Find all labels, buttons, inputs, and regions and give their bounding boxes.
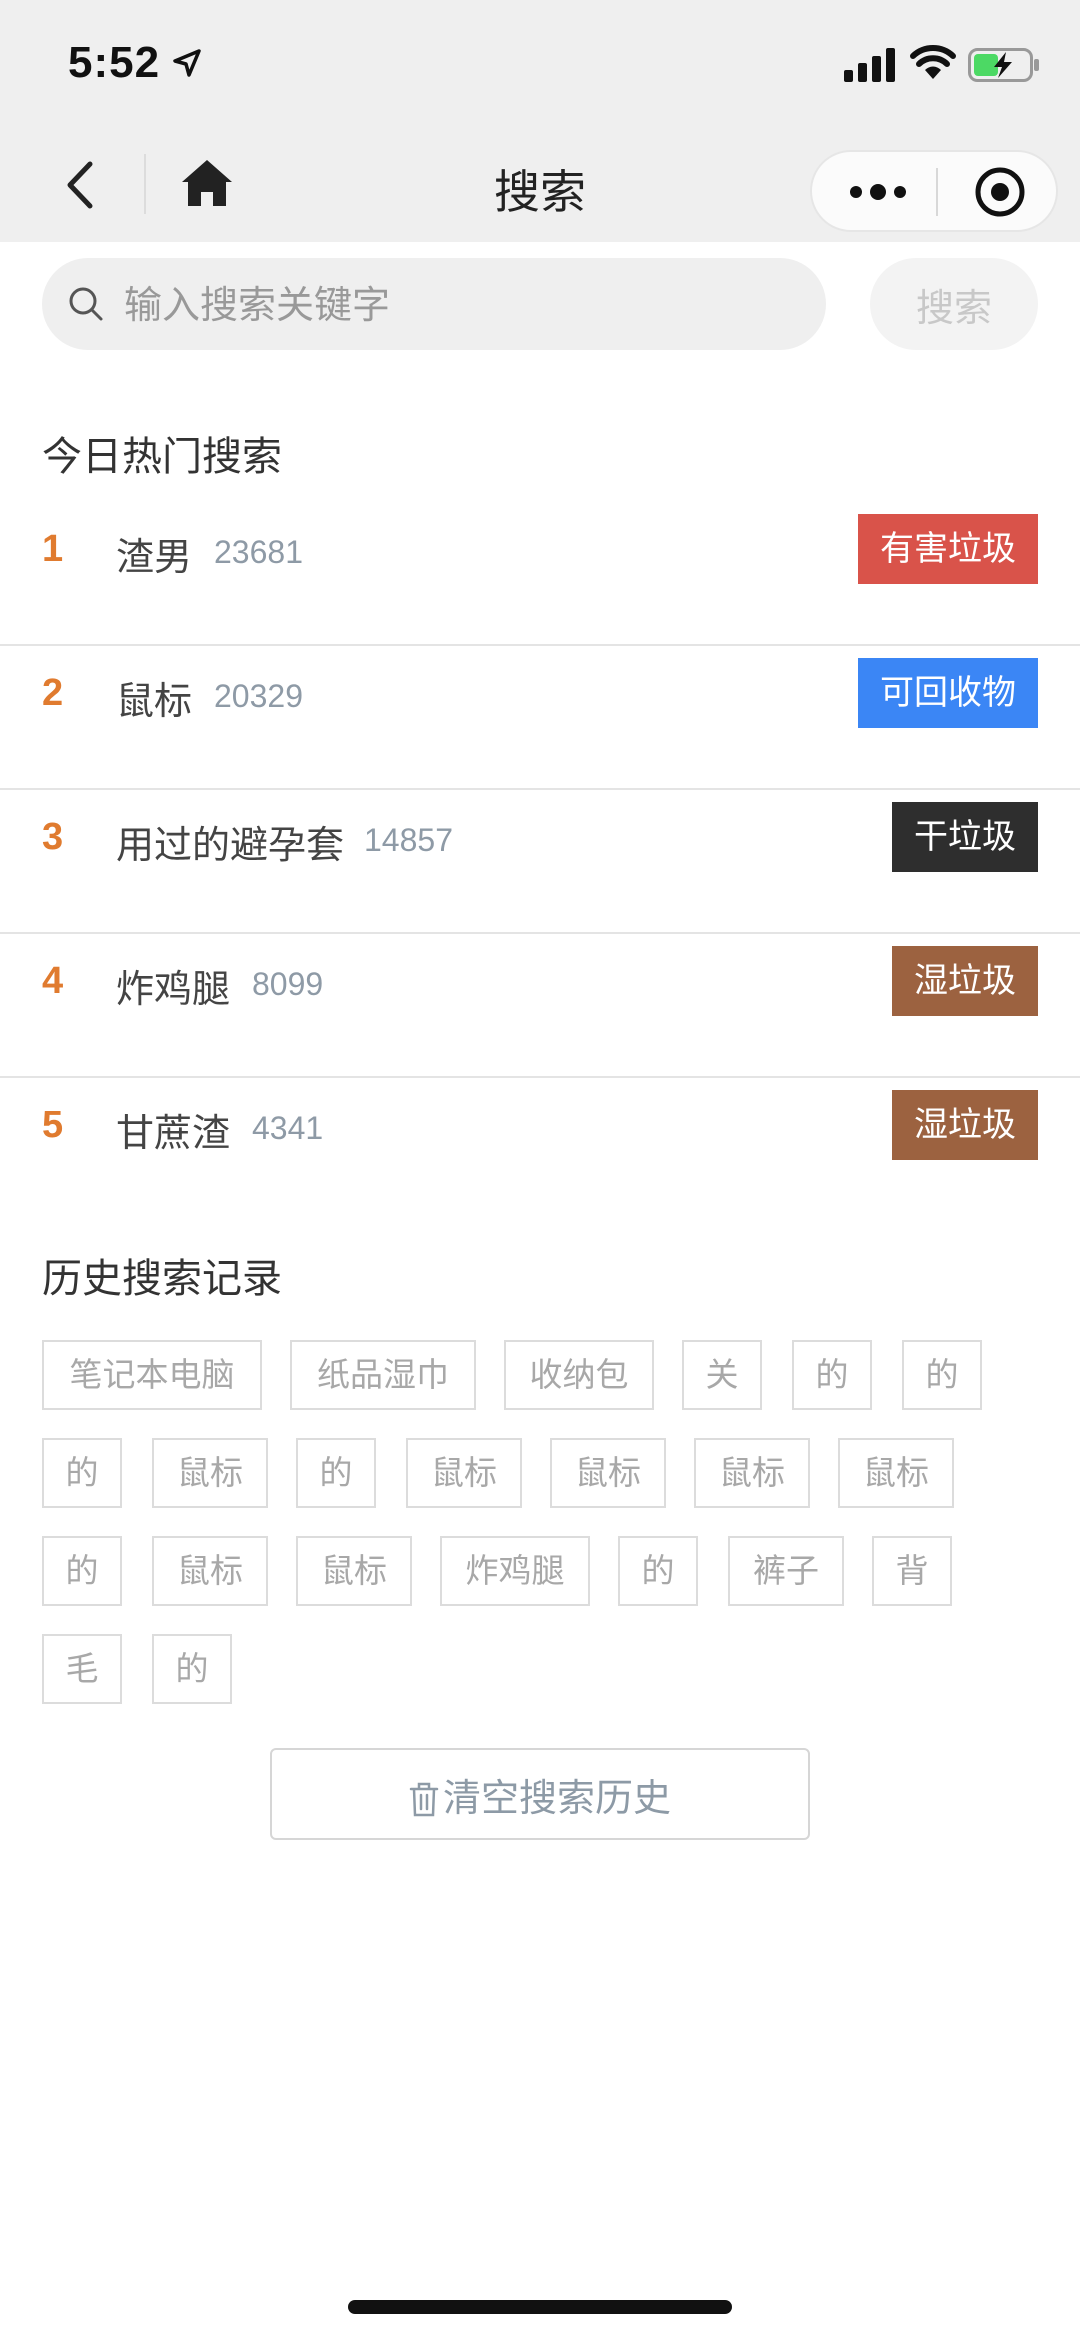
history-tag[interactable]: 鼠标 [550,1438,666,1508]
mini-program-capsule [810,150,1058,232]
history-tag[interactable]: 鼠标 [296,1536,412,1606]
search-button[interactable]: 搜索 [870,258,1038,350]
history-tag[interactable]: 的 [618,1536,698,1606]
history-tag[interactable]: 鼠标 [694,1438,810,1508]
history-tag[interactable]: 笔记本电脑 [42,1340,262,1410]
search-box [42,258,826,352]
signal-icon [844,48,895,82]
category-tag: 湿垃圾 [892,1090,1038,1160]
history-tag[interactable]: 鼠标 [152,1438,268,1508]
history-tag[interactable]: 关 [682,1340,762,1410]
hot-rank: 5 [42,1104,64,1146]
status-time: 5:52 [68,38,161,87]
search-icon [69,287,103,321]
wifi-icon [910,45,956,79]
hot-search-title: 今日热门搜索 [42,434,282,480]
history-title: 历史搜索记录 [42,1256,282,1302]
history-tag[interactable]: 炸鸡腿 [440,1536,590,1606]
hot-item-name: 炸鸡腿 [116,967,231,1011]
hot-item-name: 甘蔗渣 [116,1111,231,1155]
history-tag[interactable]: 的 [792,1340,872,1410]
category-tag: 有害垃圾 [858,514,1038,584]
history-tag[interactable]: 的 [152,1634,232,1704]
more-dots-icon[interactable] [848,176,908,208]
home-indicator [348,2300,732,2314]
hot-search-row[interactable]: 5 甘蔗渣 4341 湿垃圾 [0,1078,1080,1222]
history-tag[interactable]: 的 [42,1536,122,1606]
hot-item-count: 23681 [214,534,303,570]
hot-rank: 4 [42,960,64,1002]
search-input[interactable] [122,258,806,352]
hot-item-name: 渣男 [116,535,193,579]
hot-search-row[interactable]: 2 鼠标 20329 可回收物 [0,646,1080,790]
history-tag[interactable]: 毛 [42,1634,122,1704]
hot-rank: 2 [42,672,64,714]
hot-item-count: 4341 [252,1110,324,1146]
history-tag[interactable]: 鼠标 [406,1438,522,1508]
clear-history-label: 清空搜索历史 [442,1775,671,1820]
hot-item-count: 8099 [252,966,324,1002]
history-tag[interactable]: 鼠标 [838,1438,954,1508]
battery-charging-icon [968,48,1039,82]
hot-search-list: 1 渣男 23681 有害垃圾 2 鼠标 20329 可回收物 3 用过的避孕套… [0,502,1080,1222]
history-tag[interactable]: 纸品湿巾 [290,1340,476,1410]
history-tag[interactable]: 鼠标 [152,1536,268,1606]
hot-rank: 1 [42,528,64,570]
hot-item-count: 14857 [364,822,453,858]
hot-search-row[interactable]: 1 渣男 23681 有害垃圾 [0,502,1080,646]
location-arrow-icon [173,49,201,77]
close-target-icon[interactable] [972,164,1028,220]
category-tag: 干垃圾 [892,802,1038,872]
category-tag: 可回收物 [858,658,1038,728]
history-tag[interactable]: 的 [42,1438,122,1508]
clear-history-button[interactable]: 清空搜索历史 [270,1748,810,1840]
hot-item-count: 20329 [214,678,303,714]
hot-search-row[interactable]: 4 炸鸡腿 8099 湿垃圾 [0,934,1080,1078]
hot-rank: 3 [42,816,64,858]
top-bar: 5:52 搜索 [0,0,1080,242]
history-tag[interactable]: 背 [872,1536,952,1606]
history-tag[interactable]: 的 [902,1340,982,1410]
history-tag[interactable]: 收纳包 [504,1340,654,1410]
hot-item-name: 鼠标 [116,679,193,723]
hot-item-name: 用过的避孕套 [116,823,345,867]
trash-icon [409,1782,439,1816]
capsule-divider [936,168,938,216]
hot-search-row[interactable]: 3 用过的避孕套 14857 干垃圾 [0,790,1080,934]
category-tag: 湿垃圾 [892,946,1038,1016]
history-tag[interactable]: 裤子 [728,1536,844,1606]
history-tag[interactable]: 的 [296,1438,376,1508]
